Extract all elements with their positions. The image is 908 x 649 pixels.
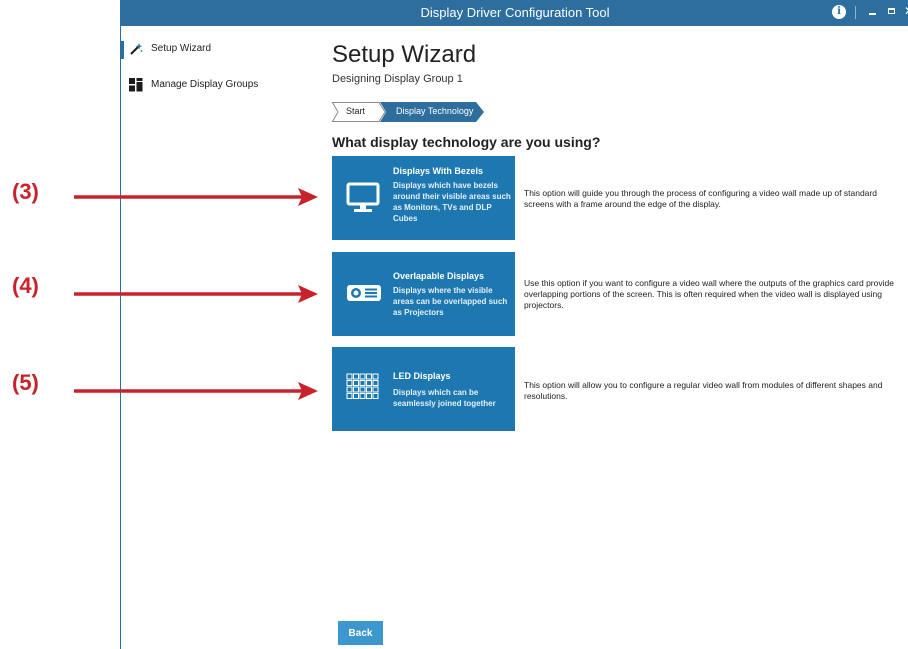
callout-arrow-5	[74, 382, 318, 400]
callout-arrow-3	[74, 188, 318, 206]
callout-arrow-4	[74, 285, 318, 303]
callout-arrows	[74, 188, 318, 400]
